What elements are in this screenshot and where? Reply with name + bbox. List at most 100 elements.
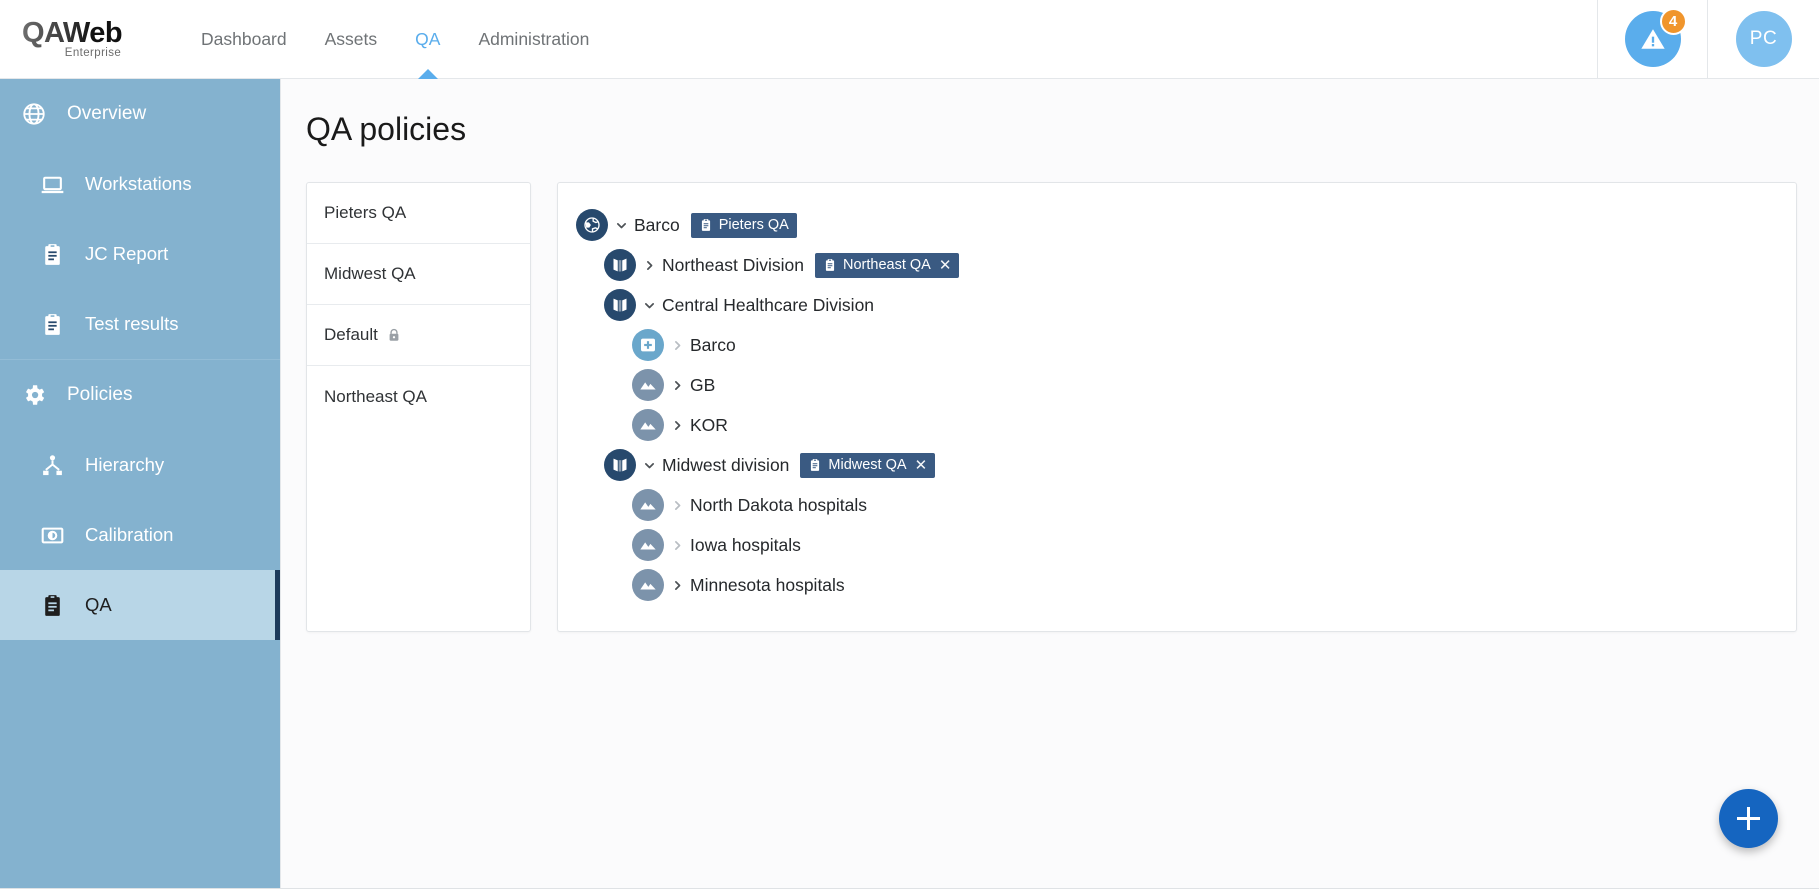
region-icon [632,489,664,521]
policy-list-item[interactable]: Northeast QA [307,366,530,427]
tree-node-label: KOR [690,414,728,435]
globe-node-icon [576,209,608,241]
tree-node-label: Central Healthcare Division [662,294,875,315]
tree-node[interactable]: Midwest division Midwest QA ✕ [558,445,1796,485]
chevron-right-icon[interactable] [664,339,690,352]
tree-node-label: North Dakota hospitals [690,494,868,515]
logo-title: QAWeb [22,17,123,49]
chevron-right-icon[interactable] [664,579,690,592]
policy-name: Pieters QA [324,203,407,222]
logo-subtitle: Enterprise [64,47,122,59]
policy-list-item[interactable]: Pieters QA [307,183,530,244]
tree-node-label: GB [690,374,716,395]
tree-node-label: Midwest division [662,454,790,475]
chevron-down-icon[interactable] [636,459,662,472]
tree-node[interactable]: Iowa hospitals [558,525,1796,565]
chevron-right-icon[interactable] [664,379,690,392]
chevron-down-icon[interactable] [608,219,634,232]
clipboard-icon [35,593,69,618]
add-policy-button[interactable] [1719,789,1778,848]
tree-node[interactable]: Barco Pieters QA [558,205,1796,245]
top-navigation: Dashboard Assets QA Administration [182,0,608,79]
policy-tag-label: Northeast QA [843,257,931,273]
sidebar-item-label: Hierarchy [85,454,165,475]
calibration-icon [35,523,69,548]
tree-node-label: Northeast Division [662,254,804,275]
policy-tag[interactable]: Midwest QA ✕ [800,452,936,478]
content-row: Pieters QA Midwest QA Default Northeast QA… [306,182,1819,632]
chevron-right-icon[interactable] [636,259,662,272]
policy-tag-label: Pieters QA [718,217,789,233]
sidebar-item-label: Calibration [85,524,174,545]
sidebar-item-policies[interactable]: Policies [0,360,280,430]
sidebar: Overview Workstations JC Report Test res… [0,79,280,889]
avatar-cell: PC [1707,0,1819,79]
plus-icon [1737,807,1760,830]
tree-node[interactable]: Barco [558,325,1796,365]
sidebar-item-label: Overview [67,103,147,124]
remove-policy-tag-button[interactable]: ✕ [915,458,928,473]
map-icon [604,289,636,321]
policy-tag[interactable]: Northeast QA ✕ [815,252,960,278]
policy-tag-label: Midwest QA [828,457,907,473]
policy-list: Pieters QA Midwest QA Default Northeast QA [306,182,531,632]
sidebar-item-hierarchy[interactable]: Hierarchy [0,430,280,500]
policy-list-item[interactable]: Default [307,305,530,366]
top-nav-item-assets[interactable]: Assets [306,0,397,79]
chevron-right-icon[interactable] [664,419,690,432]
chevron-right-icon[interactable] [664,499,690,512]
tree-node[interactable]: KOR [558,405,1796,445]
policy-name: Northeast QA [324,386,427,406]
main-content: QA policies Pieters QA Midwest QA Default … [280,79,1819,889]
avatar[interactable]: PC [1735,11,1792,67]
sidebar-item-calibration[interactable]: Calibration [0,500,280,570]
tree-node-label: Barco [690,334,736,355]
sidebar-item-qa[interactable]: QA [0,570,280,640]
hierarchy-tree-panel: Barco Pieters QA Northeast Division Nort… [557,182,1797,632]
tree-node[interactable]: North Dakota hospitals [558,485,1796,525]
policy-tag[interactable]: Pieters QA [690,212,797,238]
clipboard-icon [808,458,822,472]
top-bar: QAWeb Enterprise Dashboard Assets QA Admini… [0,0,1819,79]
sidebar-item-label: Workstations [85,173,192,194]
region-icon [632,369,664,401]
laptop-icon [35,172,69,197]
policy-list-item[interactable]: Midwest QA [307,244,530,305]
tree-node-label: Barco [634,214,680,235]
clipboard-icon [35,242,69,267]
region-icon [632,409,664,441]
top-nav-item-administration[interactable]: Administration [459,0,608,79]
map-icon [604,449,636,481]
tree-node[interactable]: GB [558,365,1796,405]
lock-icon [386,327,402,343]
tree-node[interactable]: Northeast Division Northeast QA ✕ [558,245,1796,285]
top-nav-item-qa[interactable]: QA [396,0,459,79]
alerts-count-badge: 4 [1659,8,1687,35]
alerts-button[interactable]: 4 [1624,8,1687,67]
region-icon [632,529,664,561]
sidebar-item-jc-report[interactable]: JC Report [0,219,280,289]
sidebar-item-test-results[interactable]: Test results [0,289,280,359]
sidebar-item-label: JC Report [85,243,169,264]
alerts-cell: 4 [1597,0,1707,79]
remove-policy-tag-button[interactable]: ✕ [939,258,952,273]
clipboard-icon [823,258,837,272]
hierarchy-icon [35,453,69,478]
clipboard-icon [35,312,69,337]
clipboard-icon [699,218,713,232]
globe-icon [17,101,51,127]
sidebar-item-label: Policies [67,384,133,405]
gear-icon [17,382,51,408]
chevron-down-icon[interactable] [636,299,662,312]
tree-node-label: Minnesota hospitals [690,574,845,595]
policy-name: Midwest QA [324,264,416,283]
tree-node[interactable]: Minnesota hospitals [558,565,1796,605]
chevron-right-icon[interactable] [664,539,690,552]
app-logo[interactable]: QAWeb Enterprise [22,17,164,60]
sidebar-item-label: Test results [85,313,179,334]
sidebar-item-workstations[interactable]: Workstations [0,149,280,219]
tree-node[interactable]: Central Healthcare Division [558,285,1796,325]
top-nav-item-dashboard[interactable]: Dashboard [182,0,306,79]
sidebar-item-overview[interactable]: Overview [0,79,280,149]
tree-node-label: Iowa hospitals [690,534,801,555]
